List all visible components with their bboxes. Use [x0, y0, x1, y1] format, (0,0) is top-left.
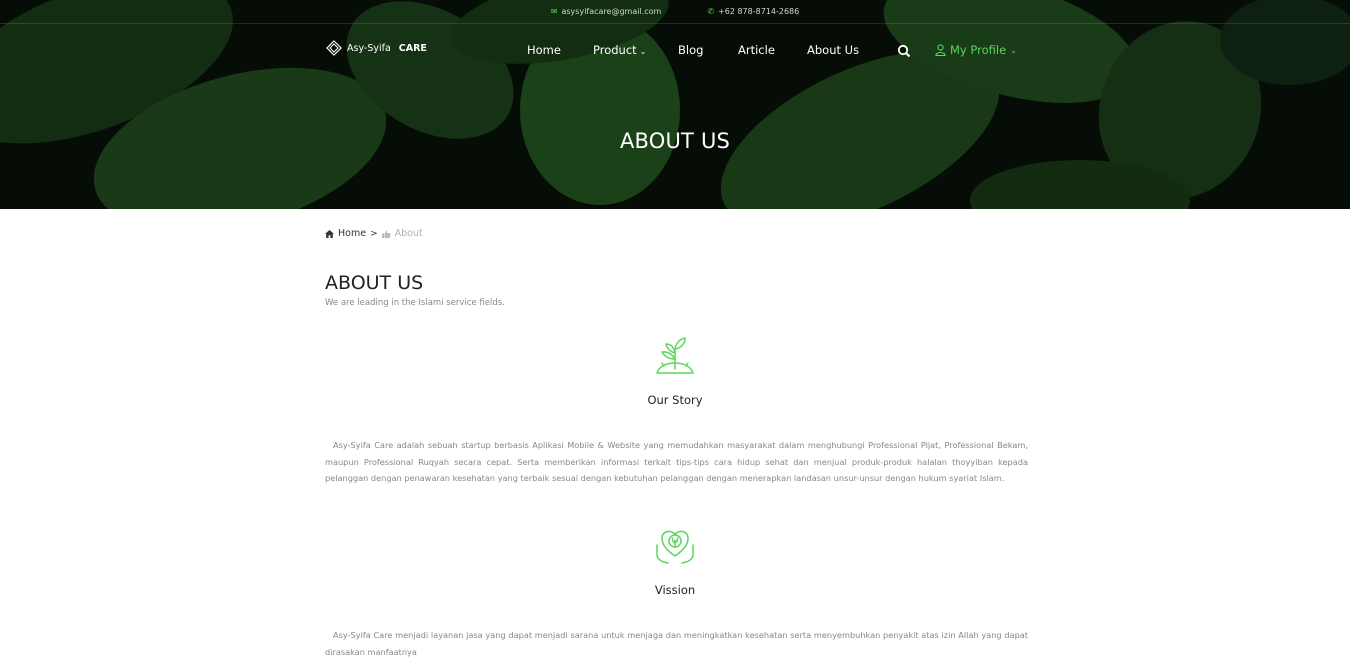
- nav-product-label: Product: [593, 43, 637, 57]
- profile-label: My Profile: [950, 43, 1007, 57]
- nav-product[interactable]: Product ⌄: [593, 43, 646, 57]
- envelope-icon: ✉: [550, 7, 558, 16]
- about-subtitle: We are leading in the Islami service fie…: [325, 298, 505, 308]
- feature-text-our-story: Asy-Syifa Care adalah sebuah startup ber…: [325, 440, 1028, 483]
- breadcrumb-current: About: [394, 228, 423, 239]
- user-icon: [935, 44, 946, 56]
- search-icon[interactable]: [897, 44, 911, 58]
- chevron-down-icon: ⌄: [1010, 45, 1017, 55]
- whatsapp-icon: ✆: [707, 7, 715, 16]
- main-nav: Asy-Syifa CARE Home Product ⌄ Blog Articl…: [0, 24, 1350, 78]
- email-text: asysyifacare@gmail.com: [561, 7, 662, 16]
- nav-home[interactable]: Home: [527, 43, 561, 57]
- feature-title-vission: Vission: [654, 583, 696, 597]
- contact-bar: ✉ asysyifacare@gmail.com ✆ +62 878-8714-…: [0, 0, 1350, 24]
- diamond-logo-icon: [326, 40, 342, 56]
- breadcrumb-home[interactable]: Home: [338, 228, 366, 239]
- sprout-icon: [656, 337, 694, 374]
- chevron-down-icon: ⌄: [639, 47, 647, 56]
- hero-banner: ✉ asysyifacare@gmail.com ✆ +62 878-8714-…: [0, 0, 1350, 209]
- phone-contact[interactable]: ✆ +62 878-8714-2686: [707, 7, 799, 16]
- thumbs-up-icon: [381, 230, 391, 238]
- feature-title-our-story: Our Story: [647, 393, 703, 407]
- heart-hands-icon: [656, 530, 694, 564]
- nav-article[interactable]: Article: [738, 43, 775, 57]
- hero-title: ABOUT US: [619, 129, 731, 153]
- home-icon: [325, 229, 334, 238]
- email-contact[interactable]: ✉ asysyifacare@gmail.com: [551, 7, 662, 16]
- breadcrumb-separator: >: [370, 228, 378, 239]
- nav-blog[interactable]: Blog: [678, 43, 703, 57]
- nav-about-us[interactable]: About Us: [807, 43, 859, 57]
- brand-suffix: CARE: [398, 42, 427, 54]
- brand-logo[interactable]: Asy-Syifa CARE: [326, 40, 427, 56]
- breadcrumb: Home > About: [325, 228, 423, 239]
- brand-name: Asy-Syifa: [347, 42, 391, 54]
- about-title: ABOUT US: [325, 272, 424, 294]
- phone-text: +62 878-8714-2686: [718, 7, 800, 16]
- my-profile-menu[interactable]: My Profile ⌄: [935, 43, 1017, 57]
